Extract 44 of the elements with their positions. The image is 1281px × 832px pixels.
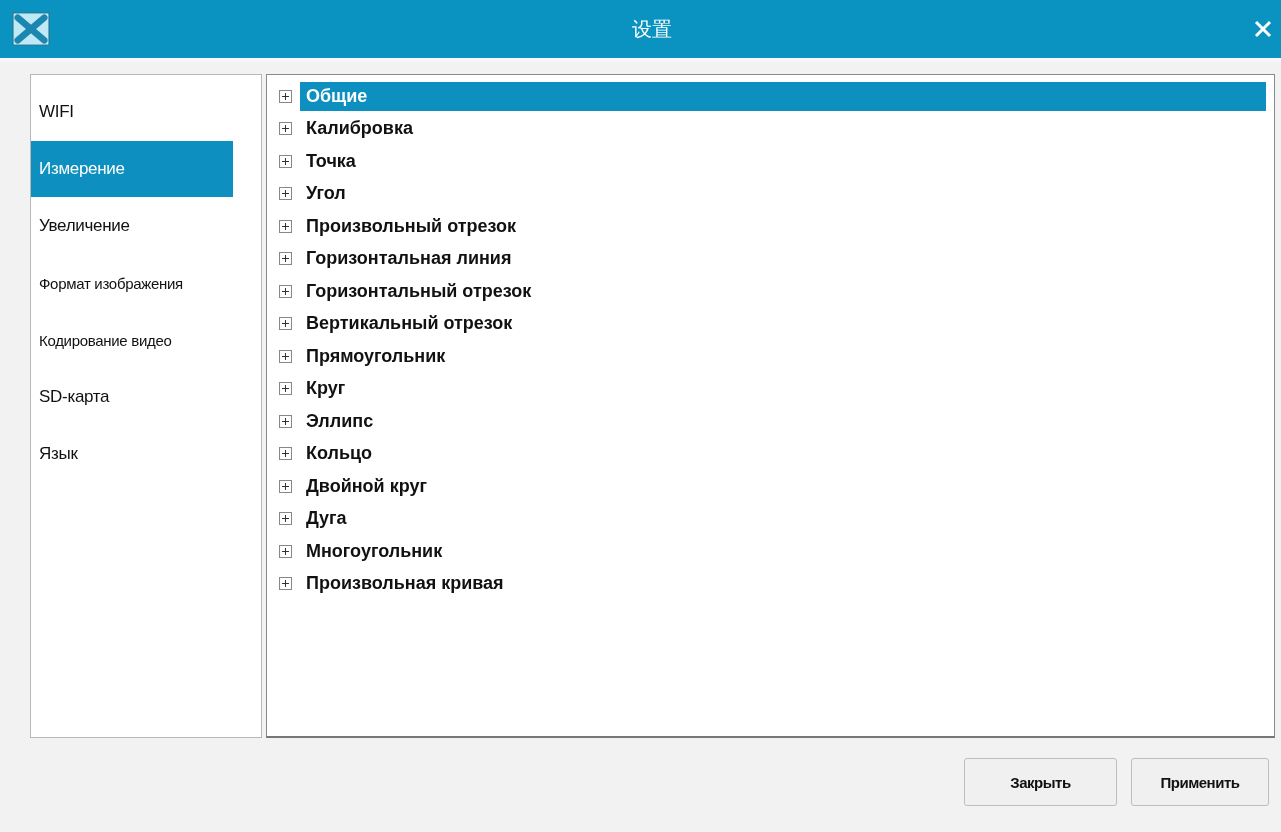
tree-item[interactable]: Калибровка: [300, 114, 419, 144]
tree-item[interactable]: Круг: [300, 374, 352, 404]
sidebar-item[interactable]: Увеличение: [31, 198, 261, 254]
tree-item[interactable]: Горизонтальная линия: [300, 244, 518, 274]
sidebar-item[interactable]: Кодирование видео: [31, 312, 261, 368]
tree-item[interactable]: Многоугольник: [300, 536, 449, 566]
expand-icon[interactable]: [279, 382, 292, 396]
tree-item[interactable]: Вертикальный отрезок: [300, 309, 519, 339]
expand-icon[interactable]: [279, 252, 292, 266]
tree-item[interactable]: Произвольная кривая: [300, 569, 510, 599]
expand-icon[interactable]: [279, 122, 292, 136]
sidebar-item[interactable]: WIFI: [31, 84, 261, 140]
expand-icon[interactable]: [279, 154, 292, 168]
expand-icon[interactable]: [279, 317, 292, 331]
tree-item[interactable]: Горизонтальный отрезок: [300, 276, 538, 306]
close-icon[interactable]: [1253, 19, 1273, 39]
tree-item[interactable]: Дуга: [300, 504, 353, 534]
sidebar-item[interactable]: Язык: [31, 426, 261, 482]
tree-item[interactable]: Общие: [300, 81, 1266, 111]
expand-icon[interactable]: [279, 512, 292, 526]
tree-item[interactable]: Угол: [300, 179, 352, 209]
tree-item[interactable]: Эллипс: [300, 406, 380, 436]
tree-item[interactable]: Прямоугольник: [300, 341, 452, 371]
sidebar-item[interactable]: Измерение: [31, 141, 233, 197]
expand-icon[interactable]: [279, 479, 292, 493]
sidebar-item[interactable]: SD-карта: [31, 369, 261, 425]
tree-item[interactable]: Кольцо: [300, 439, 379, 469]
tree-item[interactable]: Двойной круг: [300, 471, 433, 501]
crossed-tools-icon: [12, 12, 50, 46]
expand-icon[interactable]: [279, 414, 292, 428]
tree-item[interactable]: Произвольный отрезок: [300, 211, 522, 241]
apply-button[interactable]: Применить: [1131, 758, 1269, 806]
expand-icon[interactable]: [279, 187, 292, 201]
expand-icon[interactable]: [279, 544, 292, 558]
expand-icon[interactable]: [279, 284, 292, 298]
sidebar-item[interactable]: Формат изображения: [31, 255, 261, 311]
window-title: 设置: [630, 15, 673, 43]
expand-icon[interactable]: [279, 447, 292, 461]
expand-icon[interactable]: [279, 577, 292, 591]
tree-item[interactable]: Точка: [300, 146, 362, 176]
close-button[interactable]: Закрыть: [964, 758, 1117, 806]
expand-icon[interactable]: [279, 349, 292, 363]
expand-icon[interactable]: [279, 89, 292, 103]
expand-icon[interactable]: [279, 219, 292, 233]
